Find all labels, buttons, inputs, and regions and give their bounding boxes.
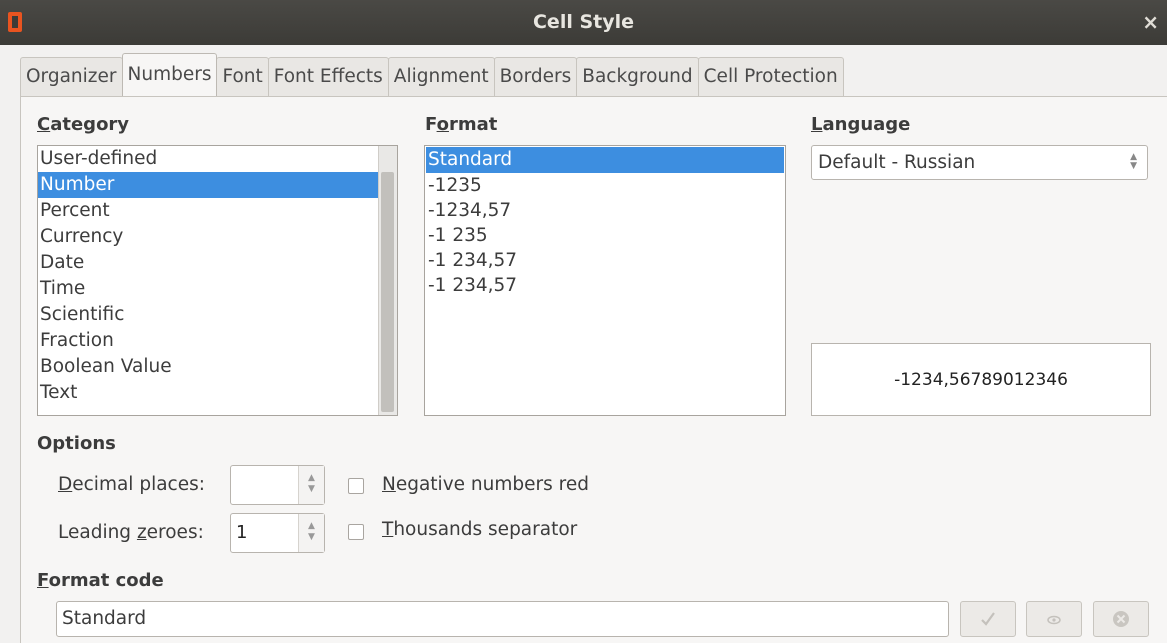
eye-icon bbox=[1047, 615, 1061, 625]
tab-organizer[interactable]: Organizer bbox=[20, 57, 123, 96]
preview-value: -1234,56789012346 bbox=[894, 369, 1068, 390]
tab-numbers[interactable]: Numbers bbox=[121, 53, 218, 96]
list-item[interactable]: Boolean Value bbox=[38, 354, 397, 380]
comment-button[interactable] bbox=[1026, 601, 1082, 637]
list-item[interactable]: Date bbox=[38, 250, 397, 276]
list-item[interactable]: Number bbox=[38, 172, 379, 198]
tab-font-effects[interactable]: Font Effects bbox=[267, 57, 389, 96]
category-label: Category bbox=[37, 114, 130, 135]
list-item[interactable]: Scientific bbox=[38, 302, 397, 328]
scroll-thumb[interactable] bbox=[381, 172, 394, 412]
list-item[interactable]: -1 235 bbox=[426, 223, 784, 248]
list-item[interactable]: Text bbox=[38, 380, 397, 406]
list-item[interactable]: Percent bbox=[38, 198, 397, 224]
close-icon[interactable]: × bbox=[1142, 10, 1159, 34]
format-code-label: Format code bbox=[37, 570, 164, 591]
list-item[interactable]: -1235 bbox=[426, 173, 784, 198]
category-list[interactable]: User-defined Number Percent Currency Dat… bbox=[37, 145, 398, 416]
title-bar: Cell Style × bbox=[0, 0, 1167, 45]
category-scrollbar[interactable] bbox=[378, 146, 397, 415]
tab-alignment[interactable]: Alignment bbox=[387, 57, 495, 96]
list-item[interactable]: Currency bbox=[38, 224, 397, 250]
list-item[interactable]: -1 234,57 bbox=[426, 273, 784, 298]
format-label: Format bbox=[425, 114, 498, 135]
spin-arrows-icon: ▲ ▼ bbox=[1130, 152, 1137, 171]
list-item[interactable]: -1 234,57 bbox=[426, 248, 784, 273]
tab-bar: Organizer Numbers Font Font Effects Alig… bbox=[20, 53, 844, 96]
format-preview: -1234,56789012346 bbox=[811, 343, 1151, 416]
negative-red-checkbox[interactable] bbox=[348, 478, 364, 494]
decimal-places-stepper[interactable]: ▲ ▼ bbox=[230, 465, 325, 505]
list-item[interactable]: Fraction bbox=[38, 328, 397, 354]
language-value: Default - Russian bbox=[818, 152, 976, 173]
options-label: Options bbox=[37, 433, 116, 454]
list-item[interactable]: User-defined bbox=[38, 146, 397, 172]
spin-arrows-icon[interactable]: ▲ ▼ bbox=[298, 514, 324, 552]
list-item[interactable]: Standard bbox=[426, 147, 784, 173]
format-code-input[interactable]: Standard bbox=[56, 601, 949, 637]
leading-zeroes-label: Leading zeroes: bbox=[58, 522, 204, 543]
spin-arrows-icon[interactable]: ▲ ▼ bbox=[298, 466, 324, 504]
window-title: Cell Style bbox=[532, 11, 635, 33]
tab-cell-protection[interactable]: Cell Protection bbox=[697, 57, 844, 96]
list-item[interactable]: -1234,57 bbox=[426, 198, 784, 223]
negative-red-label[interactable]: Negative numbers red bbox=[382, 474, 589, 495]
decimal-places-label: Decimal places: bbox=[58, 474, 205, 495]
language-label: Language bbox=[811, 114, 911, 135]
leading-zeroes-stepper[interactable]: 1 ▲ ▼ bbox=[230, 513, 325, 553]
format-code-value: Standard bbox=[62, 608, 147, 629]
apply-button[interactable] bbox=[960, 601, 1016, 637]
tab-font[interactable]: Font bbox=[216, 57, 269, 96]
leading-zeroes-value: 1 bbox=[236, 522, 248, 543]
list-item[interactable]: Time bbox=[38, 276, 397, 302]
remove-button[interactable] bbox=[1093, 601, 1149, 637]
remove-icon bbox=[1113, 611, 1129, 627]
thousands-separator-checkbox[interactable] bbox=[348, 524, 364, 540]
format-list[interactable]: Standard -1235 -1234,57 -1 235 -1 234,57… bbox=[424, 145, 786, 416]
tab-borders[interactable]: Borders bbox=[493, 57, 578, 96]
thousands-separator-label[interactable]: Thousands separator bbox=[382, 519, 577, 540]
language-select[interactable]: Default - Russian ▲ ▼ bbox=[811, 145, 1148, 180]
tab-background[interactable]: Background bbox=[576, 57, 699, 96]
check-icon bbox=[981, 612, 995, 626]
